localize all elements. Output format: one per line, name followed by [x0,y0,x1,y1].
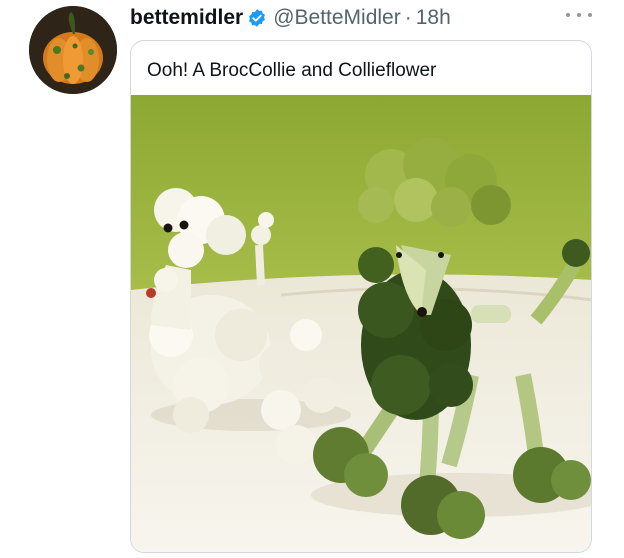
tweet-timestamp[interactable]: 18h [416,6,451,30]
verified-badge-icon [247,8,267,28]
quoted-tweet-text: Ooh! A BrocCollie and Collieflower [147,60,437,81]
user-handle[interactable]: @BetteMidler [273,6,401,30]
user-avatar[interactable] [29,6,117,94]
pumpkin-avatar-image [29,6,117,94]
quoted-tweet-card[interactable]: Ooh! A BrocCollie and Collieflower [130,40,592,553]
tweet-image[interactable] [131,95,592,553]
time-separator: · [404,6,412,29]
tweet-header: bettemidler @BetteMidler · 18h [130,6,451,30]
display-name[interactable]: bettemidler [130,6,243,30]
more-options-icon[interactable] [566,8,592,22]
